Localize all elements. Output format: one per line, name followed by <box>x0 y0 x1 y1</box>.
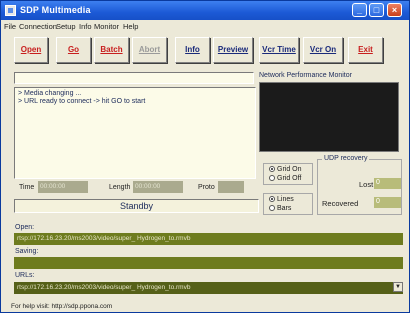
urls-label: URLs: <box>15 272 35 279</box>
radio-icon[interactable] <box>269 175 275 181</box>
abort-button[interactable]: Abort <box>132 37 167 63</box>
lost-value: 0 <box>374 178 401 189</box>
lines-option[interactable]: Lines <box>269 196 294 203</box>
preview-button[interactable]: Preview <box>213 37 253 63</box>
window-title: SDP Multimedia <box>20 5 91 15</box>
grid-on-option[interactable]: Grid On <box>269 166 302 173</box>
app-window: SDP Multimedia _ □ × File Connection Set… <box>0 0 410 313</box>
radio-icon[interactable] <box>269 205 275 211</box>
proto-value <box>218 181 244 193</box>
mode-radio-group: Lines Bars <box>263 193 313 215</box>
log-output: > Media changing ... > URL ready to conn… <box>14 87 256 179</box>
network-monitor-display <box>259 82 399 152</box>
title-bar: SDP Multimedia _ □ × <box>1 1 409 20</box>
urls-value: rtsp://172.16.23.20/ms2003/video/super_ … <box>17 284 191 291</box>
urls-dropdown[interactable]: rtsp://172.16.23.20/ms2003/video/super_ … <box>14 282 403 294</box>
menu-info[interactable]: Info <box>79 22 92 31</box>
radio-selected-icon[interactable] <box>269 196 275 202</box>
udp-recovery-group: UDP recovery Lost 0 Recovered 0 <box>317 155 402 215</box>
menu-help[interactable]: Help <box>123 22 138 31</box>
open-button[interactable]: Open <box>14 37 48 63</box>
radio-selected-icon[interactable] <box>269 166 275 172</box>
help-footer: For help visit: http://sdp.ppona.com <box>11 303 113 310</box>
saving-label: Saving: <box>15 248 39 255</box>
open-label: Open: <box>15 224 35 231</box>
network-monitor-label: Network Performance Monitor <box>259 72 352 79</box>
menu-connection[interactable]: Connection <box>19 22 57 31</box>
length-value: 00:00:00 <box>133 181 183 193</box>
chevron-down-icon[interactable]: ▼ <box>393 282 403 292</box>
menu-monitor[interactable]: Monitor <box>94 22 119 31</box>
go-button[interactable]: Go <box>56 37 91 63</box>
vcr-on-button[interactable]: Vcr On <box>303 37 343 63</box>
minimize-button[interactable]: _ <box>352 3 367 17</box>
log-line: > URL ready to connect -> hit GO to star… <box>18 98 146 105</box>
proto-label: Proto <box>198 184 215 191</box>
batch-button[interactable]: Batch <box>94 37 129 63</box>
bars-option[interactable]: Bars <box>269 205 291 212</box>
info-button[interactable]: Info <box>175 37 210 63</box>
url-input[interactable] <box>14 72 254 84</box>
close-button[interactable]: × <box>387 3 402 17</box>
menu-setup[interactable]: Setup <box>56 22 76 31</box>
grid-radio-group: Grid On Grid Off <box>263 163 313 185</box>
menu-file[interactable]: File <box>4 22 16 31</box>
menu-bar: File Connection Setup Info Monitor Help <box>1 20 409 34</box>
time-value: 00:00:00 <box>38 181 88 193</box>
exit-button[interactable]: Exit <box>348 37 383 63</box>
grid-off-option[interactable]: Grid Off <box>269 175 301 182</box>
log-line: > Media changing ... <box>18 90 82 97</box>
open-path-field[interactable]: rtsp://172.16.23.20/ms2003/video/super_ … <box>14 233 403 245</box>
udp-recovery-title: UDP recovery <box>322 155 370 162</box>
lost-label: Lost <box>359 180 374 189</box>
time-label: Time <box>19 184 35 191</box>
vcr-time-button[interactable]: Vcr Time <box>259 37 299 63</box>
recovered-label: Recovered <box>322 199 359 208</box>
status-text: Standby <box>14 199 259 213</box>
length-label: Length <box>109 184 131 191</box>
saving-path-field[interactable] <box>14 257 403 269</box>
app-icon <box>5 5 16 16</box>
maximize-button[interactable]: □ <box>369 3 384 17</box>
recovered-value: 0 <box>374 197 401 208</box>
